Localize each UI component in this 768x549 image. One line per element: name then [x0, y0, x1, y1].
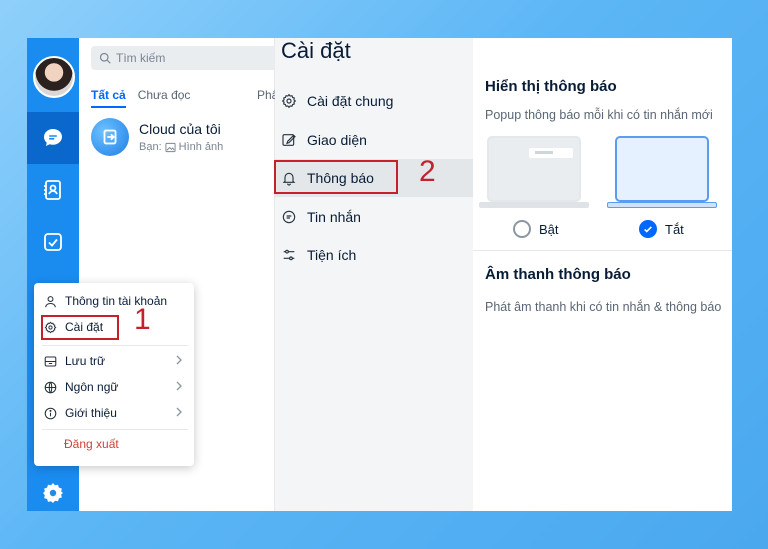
check-icon: [644, 226, 652, 233]
menu-item-label: Lưu trữ: [65, 354, 106, 368]
search-placeholder: Tìm kiếm: [116, 51, 166, 65]
tab-unread[interactable]: Chưa đọc: [138, 88, 191, 108]
option-on-label: Bật: [539, 221, 559, 237]
display-description: Popup thông báo mỗi khi có tin nhắn mới: [485, 108, 713, 122]
divider: [42, 429, 188, 430]
gear-icon: [281, 93, 297, 109]
sliders-icon: [283, 249, 295, 261]
option-on[interactable]: Bật: [513, 220, 559, 238]
menu-item-account-info[interactable]: Thông tin tài khoản: [44, 289, 188, 313]
search-icon: [99, 52, 111, 64]
contacts-nav-icon[interactable]: [27, 164, 79, 216]
storage-icon: [44, 356, 57, 366]
radio-unchecked[interactable]: [513, 220, 531, 238]
menu-item-language[interactable]: Ngôn ngữ: [44, 375, 188, 399]
menu-item-label: Giới thiệu: [65, 406, 117, 420]
globe-icon: [44, 381, 57, 393]
divider: [473, 250, 732, 251]
settings-item-label: Cài đặt chung: [307, 93, 394, 109]
info-icon: [44, 407, 57, 419]
option-off[interactable]: Tắt: [639, 220, 684, 238]
annotation-step-1: 1: [134, 303, 151, 336]
page-title: Cài đặt: [281, 38, 351, 63]
preview-on-image[interactable]: [487, 136, 581, 202]
settings-menu: Cài đặt Cài đặt chung Giao diện Thông bá…: [275, 38, 473, 511]
logout-button[interactable]: Đăng xuất: [64, 437, 119, 451]
menu-item-label: Thông tin tài khoản: [65, 294, 168, 308]
chat-nav-icon[interactable]: [27, 112, 79, 164]
preview-text: Hình ảnh: [178, 141, 224, 153]
chat-icon: [282, 210, 296, 224]
settings-item-appearance[interactable]: Giao diện: [275, 121, 473, 159]
image-icon: [165, 142, 176, 152]
popup-preview-line: [535, 151, 553, 154]
settings-nav-icon[interactable]: [27, 467, 79, 511]
annotation-box-step-2: [274, 160, 398, 194]
radio-checked[interactable]: [639, 220, 657, 238]
settings-item-label: Tiện ích: [307, 247, 357, 263]
laptop-base: [607, 202, 717, 208]
search-input[interactable]: Tìm kiếm: [91, 46, 281, 70]
menu-item-storage[interactable]: Lưu trữ: [44, 349, 188, 373]
avatar[interactable]: [33, 56, 75, 98]
account-popup-menu: Thông tin tài khoản Cài đặt Lưu trữ Ngôn…: [34, 283, 194, 466]
todo-nav-icon[interactable]: [27, 216, 79, 268]
chevron-right-icon: [176, 381, 182, 391]
settings-item-label: Giao diện: [307, 132, 367, 148]
user-icon: [45, 295, 56, 307]
tab-all[interactable]: Tất cả: [91, 88, 126, 108]
conversation-tabs: Tất cả Chưa đọc: [91, 88, 190, 108]
preview-off-image[interactable]: [615, 136, 709, 202]
sound-heading: Âm thanh thông báo: [485, 266, 631, 283]
settings-item-utilities[interactable]: Tiện ích: [275, 236, 473, 274]
preview-prefix: Bạn:: [139, 141, 162, 153]
menu-item-about[interactable]: Giới thiệu: [44, 401, 188, 425]
divider: [42, 345, 188, 346]
sound-description: Phát âm thanh khi có tin nhắn & thông bá…: [485, 300, 722, 314]
conversation-preview: Bạn: Hình ảnh: [139, 141, 223, 153]
cloud-share-icon: [91, 118, 129, 156]
annotation-box-step-1: [41, 315, 119, 340]
edit-icon: [282, 134, 296, 146]
settings-item-general[interactable]: Cài đặt chung: [275, 82, 473, 120]
notification-settings-panel: Hiển thị thông báo Popup thông báo mỗi k…: [473, 38, 732, 511]
conversation-title: Cloud của tôi: [139, 121, 221, 137]
laptop-base: [479, 202, 589, 208]
list-item[interactable]: Cloud của tôi Bạn: Hình ảnh: [91, 118, 223, 156]
display-heading: Hiển thị thông báo: [485, 78, 617, 95]
settings-item-messages[interactable]: Tin nhắn: [275, 198, 473, 236]
chevron-right-icon: [176, 407, 182, 417]
settings-item-label: Tin nhắn: [307, 209, 361, 225]
option-off-label: Tắt: [665, 221, 684, 237]
annotation-step-2: 2: [419, 155, 436, 188]
chevron-right-icon: [176, 355, 182, 365]
menu-item-label: Ngôn ngữ: [65, 380, 119, 394]
